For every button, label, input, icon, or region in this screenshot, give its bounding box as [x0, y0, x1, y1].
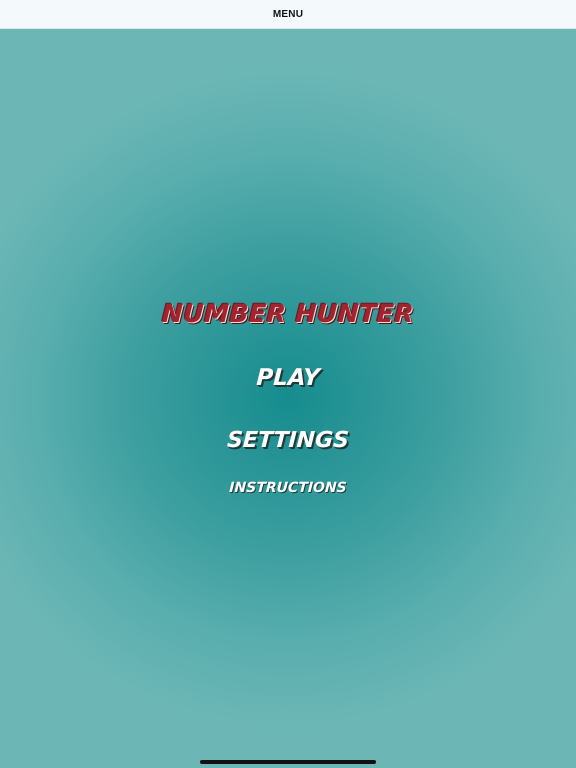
home-indicator[interactable] [200, 760, 376, 764]
game-menu-screen: NUMBER HUNTER PLAY SETTINGS INSTRUCTIONS [0, 29, 576, 768]
instructions-button[interactable]: INSTRUCTIONS [0, 480, 576, 496]
menu-title: MENU [272, 9, 304, 20]
game-title: NUMBER HUNTER [161, 299, 415, 328]
play-button[interactable]: PLAY [0, 365, 576, 391]
navigation-bar: MENU [0, 0, 576, 29]
settings-button[interactable]: SETTINGS [0, 428, 576, 453]
